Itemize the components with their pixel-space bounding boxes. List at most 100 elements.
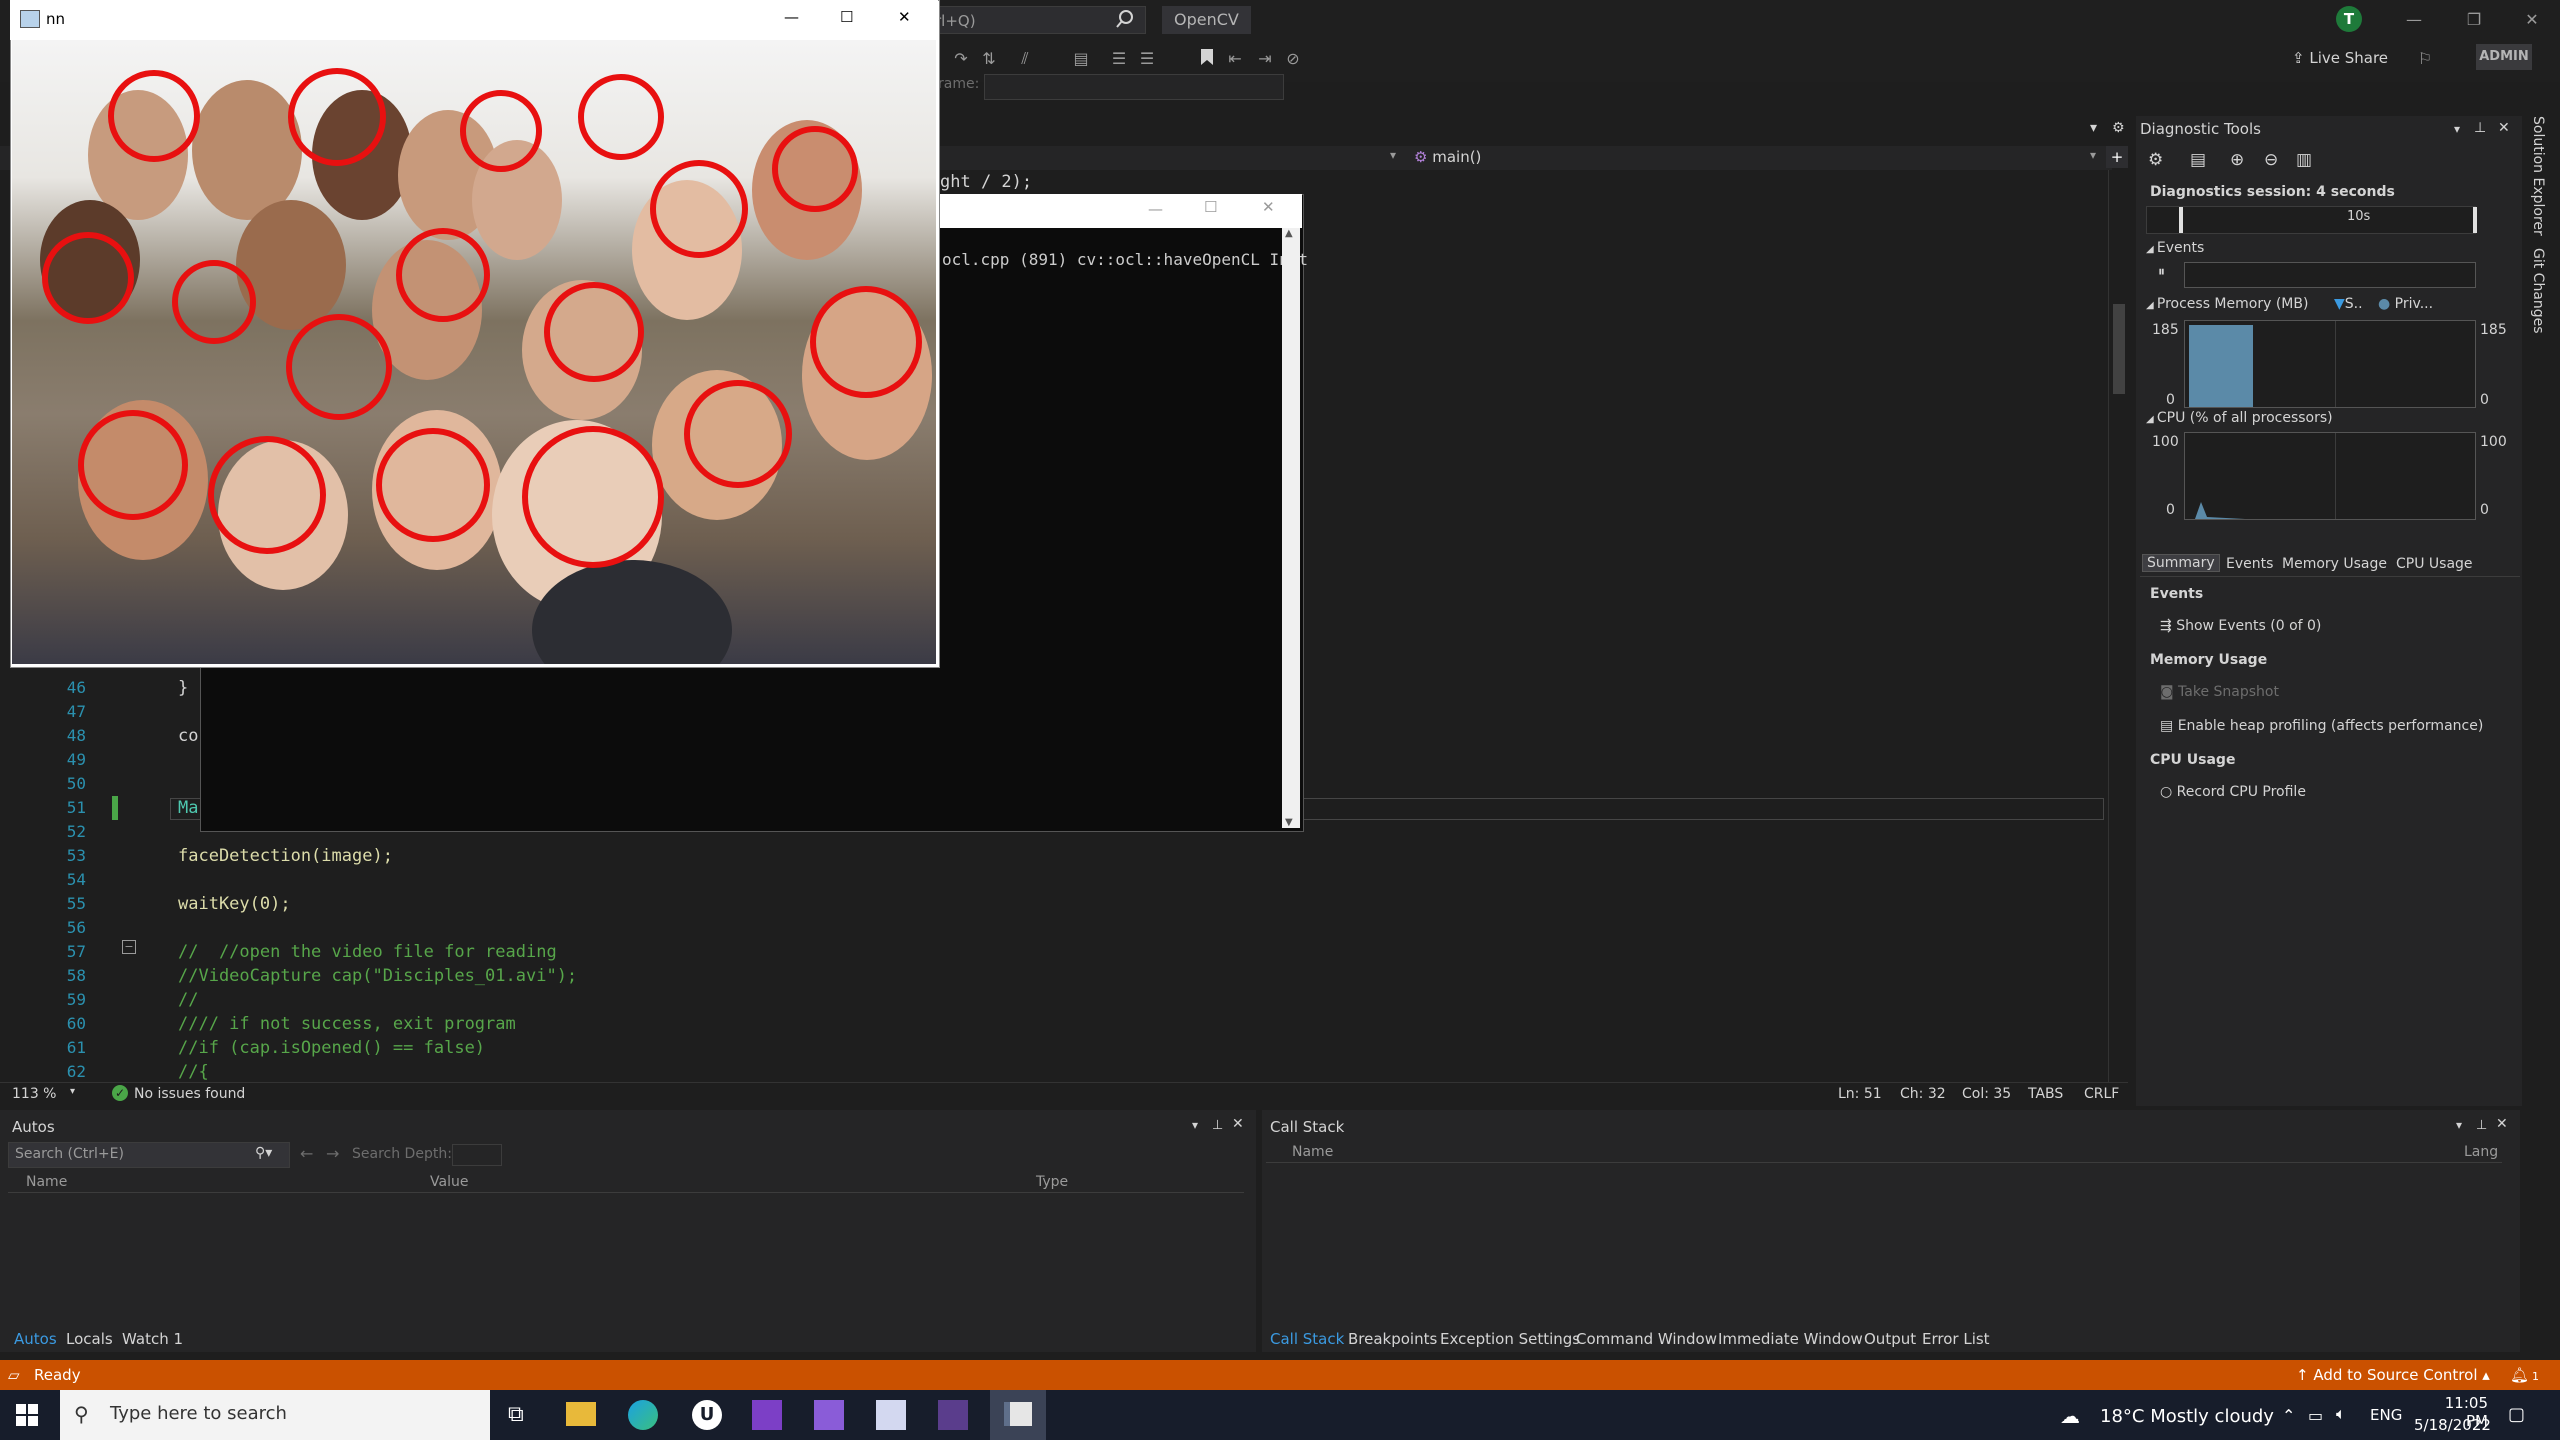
feedback-icon[interactable]: ⚐	[2414, 48, 2436, 70]
chevron-down-icon[interactable]: ▾	[70, 1086, 75, 1097]
autos-search-input[interactable]: Search (Ctrl+E) ⚲▾	[8, 1142, 290, 1168]
vs-search-box[interactable]: rl+Q)	[926, 6, 1146, 34]
close-icon[interactable]: ✕	[2498, 120, 2510, 136]
close-button[interactable]: ✕	[2512, 6, 2552, 34]
tab-exception-settings[interactable]: Exception Settings	[1440, 1330, 1580, 1348]
chevron-down-icon[interactable]: ▾	[2090, 148, 2096, 162]
settings-icon[interactable]: ⚙	[2148, 150, 2170, 172]
solution-explorer-tab[interactable]: Solution Explorer	[2530, 116, 2546, 236]
timeline-ruler[interactable]: 10s	[2146, 206, 2477, 234]
live-share-button[interactable]: ⇪ Live Share	[2292, 46, 2388, 70]
search-icon[interactable]: ⚲▾	[255, 1145, 272, 1161]
column-header-value[interactable]: Value	[430, 1174, 468, 1190]
record-cpu-profile-button[interactable]: ○ Record CPU Profile	[2160, 784, 2306, 800]
zoom-in-icon[interactable]: ⊕	[2230, 150, 2252, 172]
unreal-engine-icon[interactable]: U	[692, 1400, 722, 1430]
zoom-out-icon[interactable]: ⊖	[2264, 150, 2286, 172]
restore-button[interactable]: ❐	[2454, 6, 2494, 34]
network-icon[interactable]: ▭	[2308, 1406, 2323, 1425]
tab-cpu-usage[interactable]: CPU Usage	[2396, 556, 2473, 572]
edge-browser-icon[interactable]	[628, 1400, 658, 1430]
task-view-icon[interactable]: ⧉	[508, 1402, 524, 1427]
close-button[interactable]: ✕	[1262, 198, 1275, 216]
folder-icon[interactable]: ▤	[1070, 48, 1092, 70]
pause-icon[interactable]: ⏸	[2158, 264, 2165, 280]
show-events-link[interactable]: ⇶ Show Events (0 of 0)	[2160, 618, 2321, 634]
weather-text[interactable]: 18°C Mostly cloudy	[2100, 1406, 2274, 1427]
maximize-button[interactable]: ☐	[840, 8, 853, 26]
pin-icon[interactable]: ⊥	[1212, 1118, 1223, 1133]
paint-icon[interactable]	[876, 1400, 906, 1430]
tab-output[interactable]: Output	[1864, 1330, 1916, 1348]
back-arrow-icon[interactable]: ←	[300, 1144, 313, 1163]
notification-center-icon[interactable]: ▢	[2508, 1404, 2525, 1425]
chevron-up-icon[interactable]: ⌃	[2282, 1406, 2295, 1425]
scroll-down-icon[interactable]: ▼	[1285, 817, 1293, 828]
tab-events[interactable]: Events	[2226, 556, 2273, 572]
line-ending-indicator[interactable]: CRLF	[2084, 1086, 2119, 1102]
admin-badge[interactable]: ADMIN	[2476, 44, 2532, 70]
prev-bookmark-icon[interactable]: ⇤	[1224, 48, 1246, 70]
column-header-type[interactable]: Type	[1036, 1174, 1068, 1190]
redo-icon[interactable]: ↷	[950, 48, 972, 70]
chevron-down-icon[interactable]: ▾	[2456, 1118, 2462, 1132]
function-dropdown[interactable]: ⚙ main()	[1414, 148, 1481, 166]
tab-summary[interactable]: Summary	[2142, 554, 2220, 572]
tab-watch-1[interactable]: Watch 1	[122, 1330, 183, 1348]
stack-frame-combo[interactable]	[984, 74, 1284, 100]
close-icon[interactable]: ✕	[1232, 1116, 1244, 1132]
search-depth-select[interactable]	[452, 1144, 502, 1166]
next-bookmark-icon[interactable]: ⇥	[1254, 48, 1276, 70]
clear-bookmarks-icon[interactable]: ⊘	[1282, 48, 1304, 70]
tab-breakpoints[interactable]: Breakpoints	[1348, 1330, 1437, 1348]
indent-icon[interactable]: ☰	[1108, 48, 1130, 70]
zoom-level[interactable]: 113 %	[12, 1086, 56, 1102]
tab-call-stack[interactable]: Call Stack	[1270, 1330, 1344, 1348]
scrollbar-thumb[interactable]	[2113, 304, 2125, 394]
comment-icon[interactable]: ⫽	[1014, 48, 1036, 70]
taskbar-search-box[interactable]: ⚲ Type here to search	[60, 1390, 490, 1440]
tab-autos[interactable]: Autos	[14, 1330, 57, 1348]
minimize-button[interactable]: —	[1148, 200, 1163, 218]
git-changes-tab[interactable]: Git Changes	[2530, 248, 2546, 334]
tab-list-chevron-icon[interactable]: ▾	[2090, 120, 2097, 136]
tab-locals[interactable]: Locals	[66, 1330, 113, 1348]
timeline-start-handle[interactable]	[2179, 207, 2183, 233]
column-header-language[interactable]: Lang	[2464, 1144, 2498, 1160]
tab-immediate-window[interactable]: Immediate Window	[1718, 1330, 1863, 1348]
enable-heap-profiling-button[interactable]: ▤ Enable heap profiling (affects perform…	[2160, 718, 2483, 734]
outdent-icon[interactable]: ☰	[1136, 48, 1158, 70]
take-snapshot-button[interactable]: ◙ Take Snapshot	[2160, 684, 2279, 700]
clock-date[interactable]: 5/18/2022	[2414, 1416, 2491, 1434]
pin-icon[interactable]: ⊥	[2476, 1118, 2487, 1133]
tab-command-window[interactable]: Command Window	[1576, 1330, 1717, 1348]
events-header[interactable]: ◢ Events	[2146, 240, 2204, 256]
forward-arrow-icon[interactable]: →	[326, 1144, 339, 1163]
split-editor-icon[interactable]: +	[2106, 146, 2128, 168]
memory-header[interactable]: ◢ Process Memory (MB)	[2146, 296, 2308, 312]
search-icon[interactable]	[1114, 8, 1136, 30]
step-icon[interactable]: ⇅	[978, 48, 1000, 70]
collapse-icon[interactable]: −	[122, 940, 136, 954]
close-button[interactable]: ✕	[898, 8, 911, 26]
file-explorer-icon[interactable]	[566, 1402, 596, 1426]
minimize-button[interactable]: —	[784, 8, 799, 26]
select-tools-icon[interactable]: ▤	[2190, 150, 2212, 172]
scroll-up-icon[interactable]: ▲	[1285, 228, 1293, 239]
tab-error-list[interactable]: Error List	[1922, 1330, 1990, 1348]
user-avatar[interactable]: T	[2336, 6, 2362, 32]
image-window-title-bar[interactable]: nn — ☐ ✕	[10, 0, 938, 40]
language-indicator[interactable]: ENG	[2370, 1406, 2402, 1424]
cpu-header[interactable]: ◢ CPU (% of all processors)	[2146, 410, 2333, 426]
chevron-down-icon[interactable]: ▾	[1192, 1118, 1198, 1132]
bookmark-icon[interactable]	[1196, 48, 1218, 70]
gear-icon[interactable]: ⚙	[2112, 120, 2125, 136]
maximize-button[interactable]: ☐	[1204, 198, 1217, 216]
close-icon[interactable]: ✕	[2496, 1116, 2508, 1132]
tab-memory-usage[interactable]: Memory Usage	[2282, 556, 2387, 572]
chevron-down-icon[interactable]: ▾	[1390, 148, 1396, 162]
reset-zoom-icon[interactable]: ▥	[2296, 150, 2318, 172]
visual-studio-icon[interactable]	[752, 1400, 782, 1430]
editor-scrollbar[interactable]	[2108, 170, 2129, 1082]
notification-bell-icon[interactable]: 🔔︎	[2510, 1366, 2529, 1384]
